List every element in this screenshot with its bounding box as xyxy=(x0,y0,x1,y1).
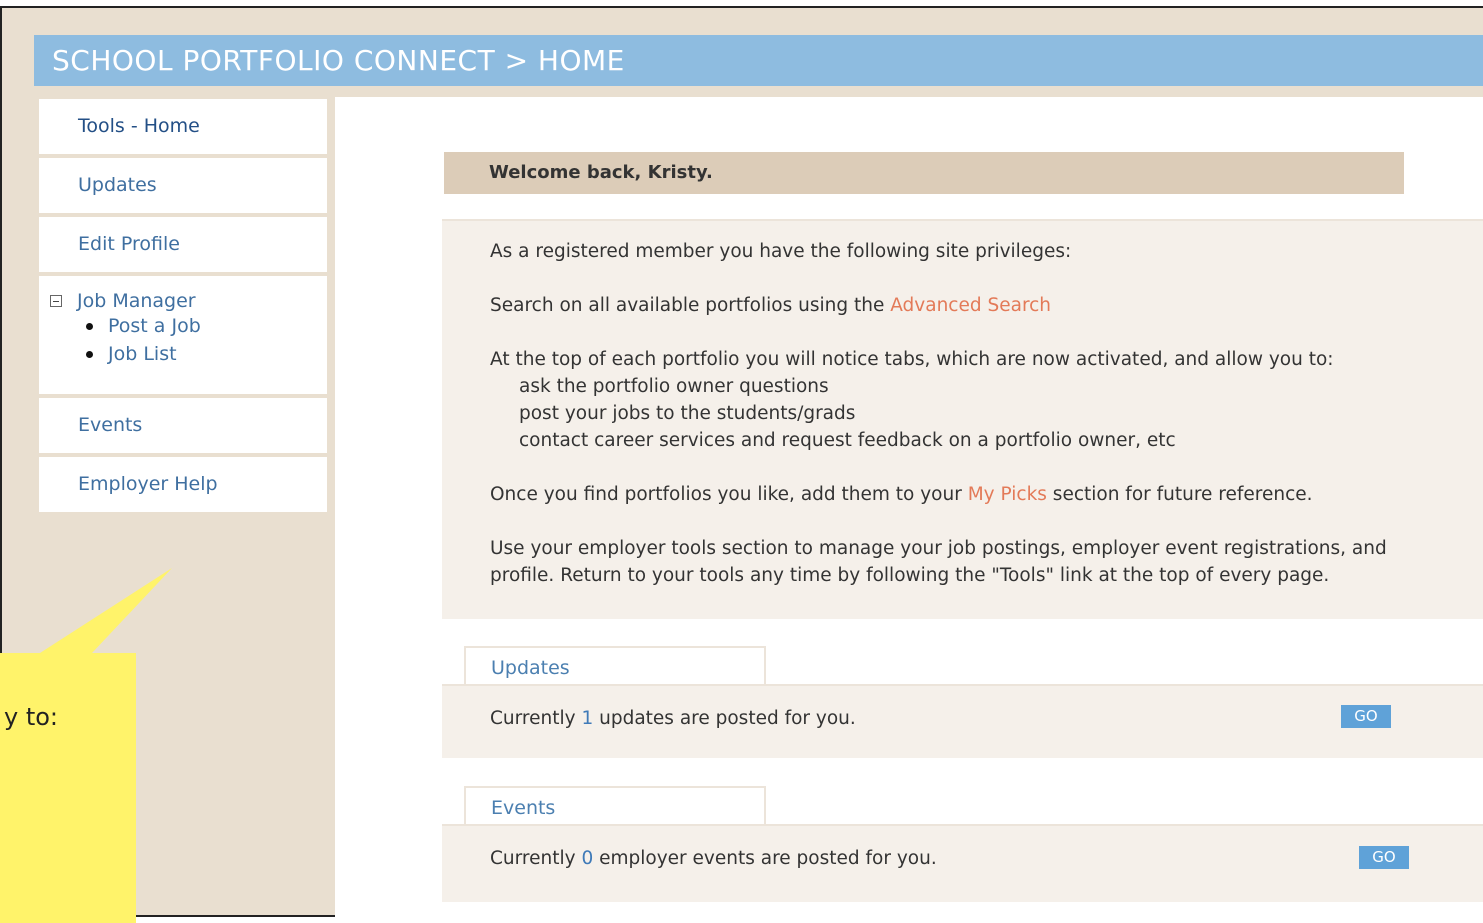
tab-updates-label: Updates xyxy=(491,657,570,679)
tools-line-1: Use your employer tools section to manag… xyxy=(490,538,1387,559)
search-line-text: Search on all available portfolios using… xyxy=(490,295,891,316)
updates-count[interactable]: 1 xyxy=(581,708,593,729)
updates-prefix: Currently xyxy=(490,708,582,729)
advanced-search-link[interactable]: Advanced Search xyxy=(890,295,1051,316)
search-line: Search on all available portfolios using… xyxy=(490,295,1051,316)
updates-suffix: updates are posted for you. xyxy=(593,708,856,729)
events-status: Currently 0 employer events are posted f… xyxy=(490,848,937,869)
my-picks-link[interactable]: My Picks xyxy=(968,484,1047,505)
welcome-bar: Welcome back, Kristy. xyxy=(444,152,1404,194)
callout-text: y to: xyxy=(3,703,58,731)
bullet-icon xyxy=(86,322,93,330)
collapse-icon[interactable] xyxy=(50,295,62,307)
sidebar-item-edit-profile[interactable]: Edit Profile xyxy=(39,217,327,272)
sidebar-item-tools-home[interactable]: Tools - Home xyxy=(39,99,327,154)
sidebar-item-events[interactable]: Events xyxy=(39,398,327,453)
sidebar-item-job-list[interactable]: Job List xyxy=(86,340,327,368)
my-picks-line: Once you find portfolios you like, add t… xyxy=(490,484,1313,505)
bullet-icon xyxy=(86,350,93,358)
tab-events[interactable]: Events xyxy=(464,786,766,826)
my-picks-suffix: section for future reference. xyxy=(1046,484,1313,505)
callout-note: y to: xyxy=(0,653,136,923)
privileges-panel: As a registered member you have the foll… xyxy=(442,219,1483,619)
main-content: Welcome back, Kristy. As a registered me… xyxy=(335,97,1483,917)
tools-line-2: profile. Return to your tools any time b… xyxy=(490,565,1330,586)
tab-events-label: Events xyxy=(491,797,556,819)
updates-go-button[interactable]: GO xyxy=(1341,705,1391,728)
page-title: SCHOOL PORTFOLIO CONNECT > HOME xyxy=(52,44,625,77)
sidebar-group-job-manager: Job Manager Post a Job Job List xyxy=(39,276,327,394)
job-manager-header[interactable]: Job Manager xyxy=(50,290,327,312)
events-suffix: employer events are posted for you. xyxy=(593,848,937,869)
events-count[interactable]: 0 xyxy=(581,848,593,869)
post-a-job-label: Post a Job xyxy=(108,315,201,337)
header-banner: SCHOOL PORTFOLIO CONNECT > HOME xyxy=(34,35,1483,86)
events-section: Currently 0 employer events are posted f… xyxy=(442,824,1483,902)
welcome-text: Welcome back, Kristy. xyxy=(489,162,713,183)
tab-privilege-item: contact career services and request feed… xyxy=(519,430,1176,451)
sidebar: Tools - Home Updates Edit Profile Job Ma… xyxy=(39,99,327,516)
updates-status: Currently 1 updates are posted for you. xyxy=(490,708,856,729)
sidebar-item-employer-help[interactable]: Employer Help xyxy=(39,457,327,512)
sidebar-item-updates[interactable]: Updates xyxy=(39,158,327,213)
events-go-button[interactable]: GO xyxy=(1359,846,1409,869)
tabs-intro: At the top of each portfolio you will no… xyxy=(490,349,1334,370)
my-picks-prefix: Once you find portfolios you like, add t… xyxy=(490,484,968,505)
job-manager-label: Job Manager xyxy=(77,290,196,312)
job-list-label: Job List xyxy=(108,343,177,365)
updates-section: Currently 1 updates are posted for you. … xyxy=(442,684,1483,758)
tab-privilege-item: ask the portfolio owner questions xyxy=(519,376,829,397)
tab-privilege-item: post your jobs to the students/grads xyxy=(519,403,856,424)
privileges-intro: As a registered member you have the foll… xyxy=(490,241,1072,262)
events-prefix: Currently xyxy=(490,848,582,869)
sidebar-item-post-a-job[interactable]: Post a Job xyxy=(86,312,327,340)
tab-updates[interactable]: Updates xyxy=(464,646,766,686)
